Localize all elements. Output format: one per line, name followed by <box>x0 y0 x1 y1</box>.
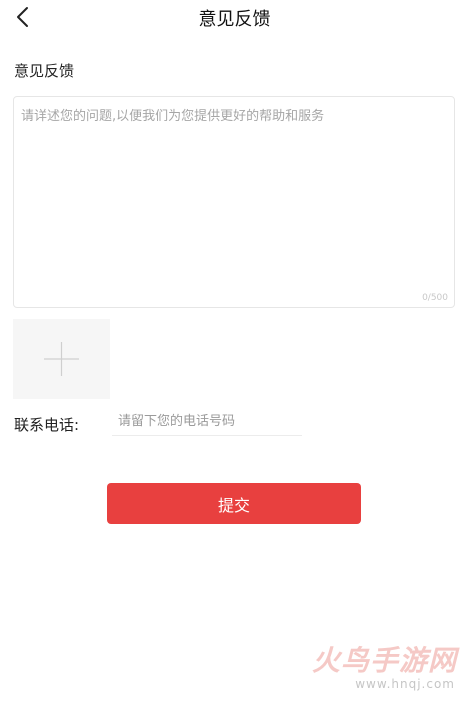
plus-icon <box>44 342 79 376</box>
feedback-textarea[interactable] <box>14 97 454 307</box>
phone-input[interactable] <box>112 408 302 436</box>
char-counter: 0/500 <box>422 293 448 303</box>
submit-button[interactable]: 提交 <box>107 483 361 524</box>
watermark-logo: 火鸟手游网 <box>311 644 457 677</box>
watermark: 火鸟手游网 www.hnqj.com <box>307 639 457 697</box>
header-bar: 意见反馈 <box>0 0 469 34</box>
page-title: 意见反馈 <box>198 9 271 30</box>
watermark-url: www.hnqj.com <box>355 677 455 691</box>
image-upload-button[interactable] <box>13 319 110 399</box>
phone-label: 联系电话: <box>14 416 80 434</box>
feedback-box: 0/500 <box>13 96 455 308</box>
feedback-section-label: 意见反馈 <box>14 62 75 80</box>
